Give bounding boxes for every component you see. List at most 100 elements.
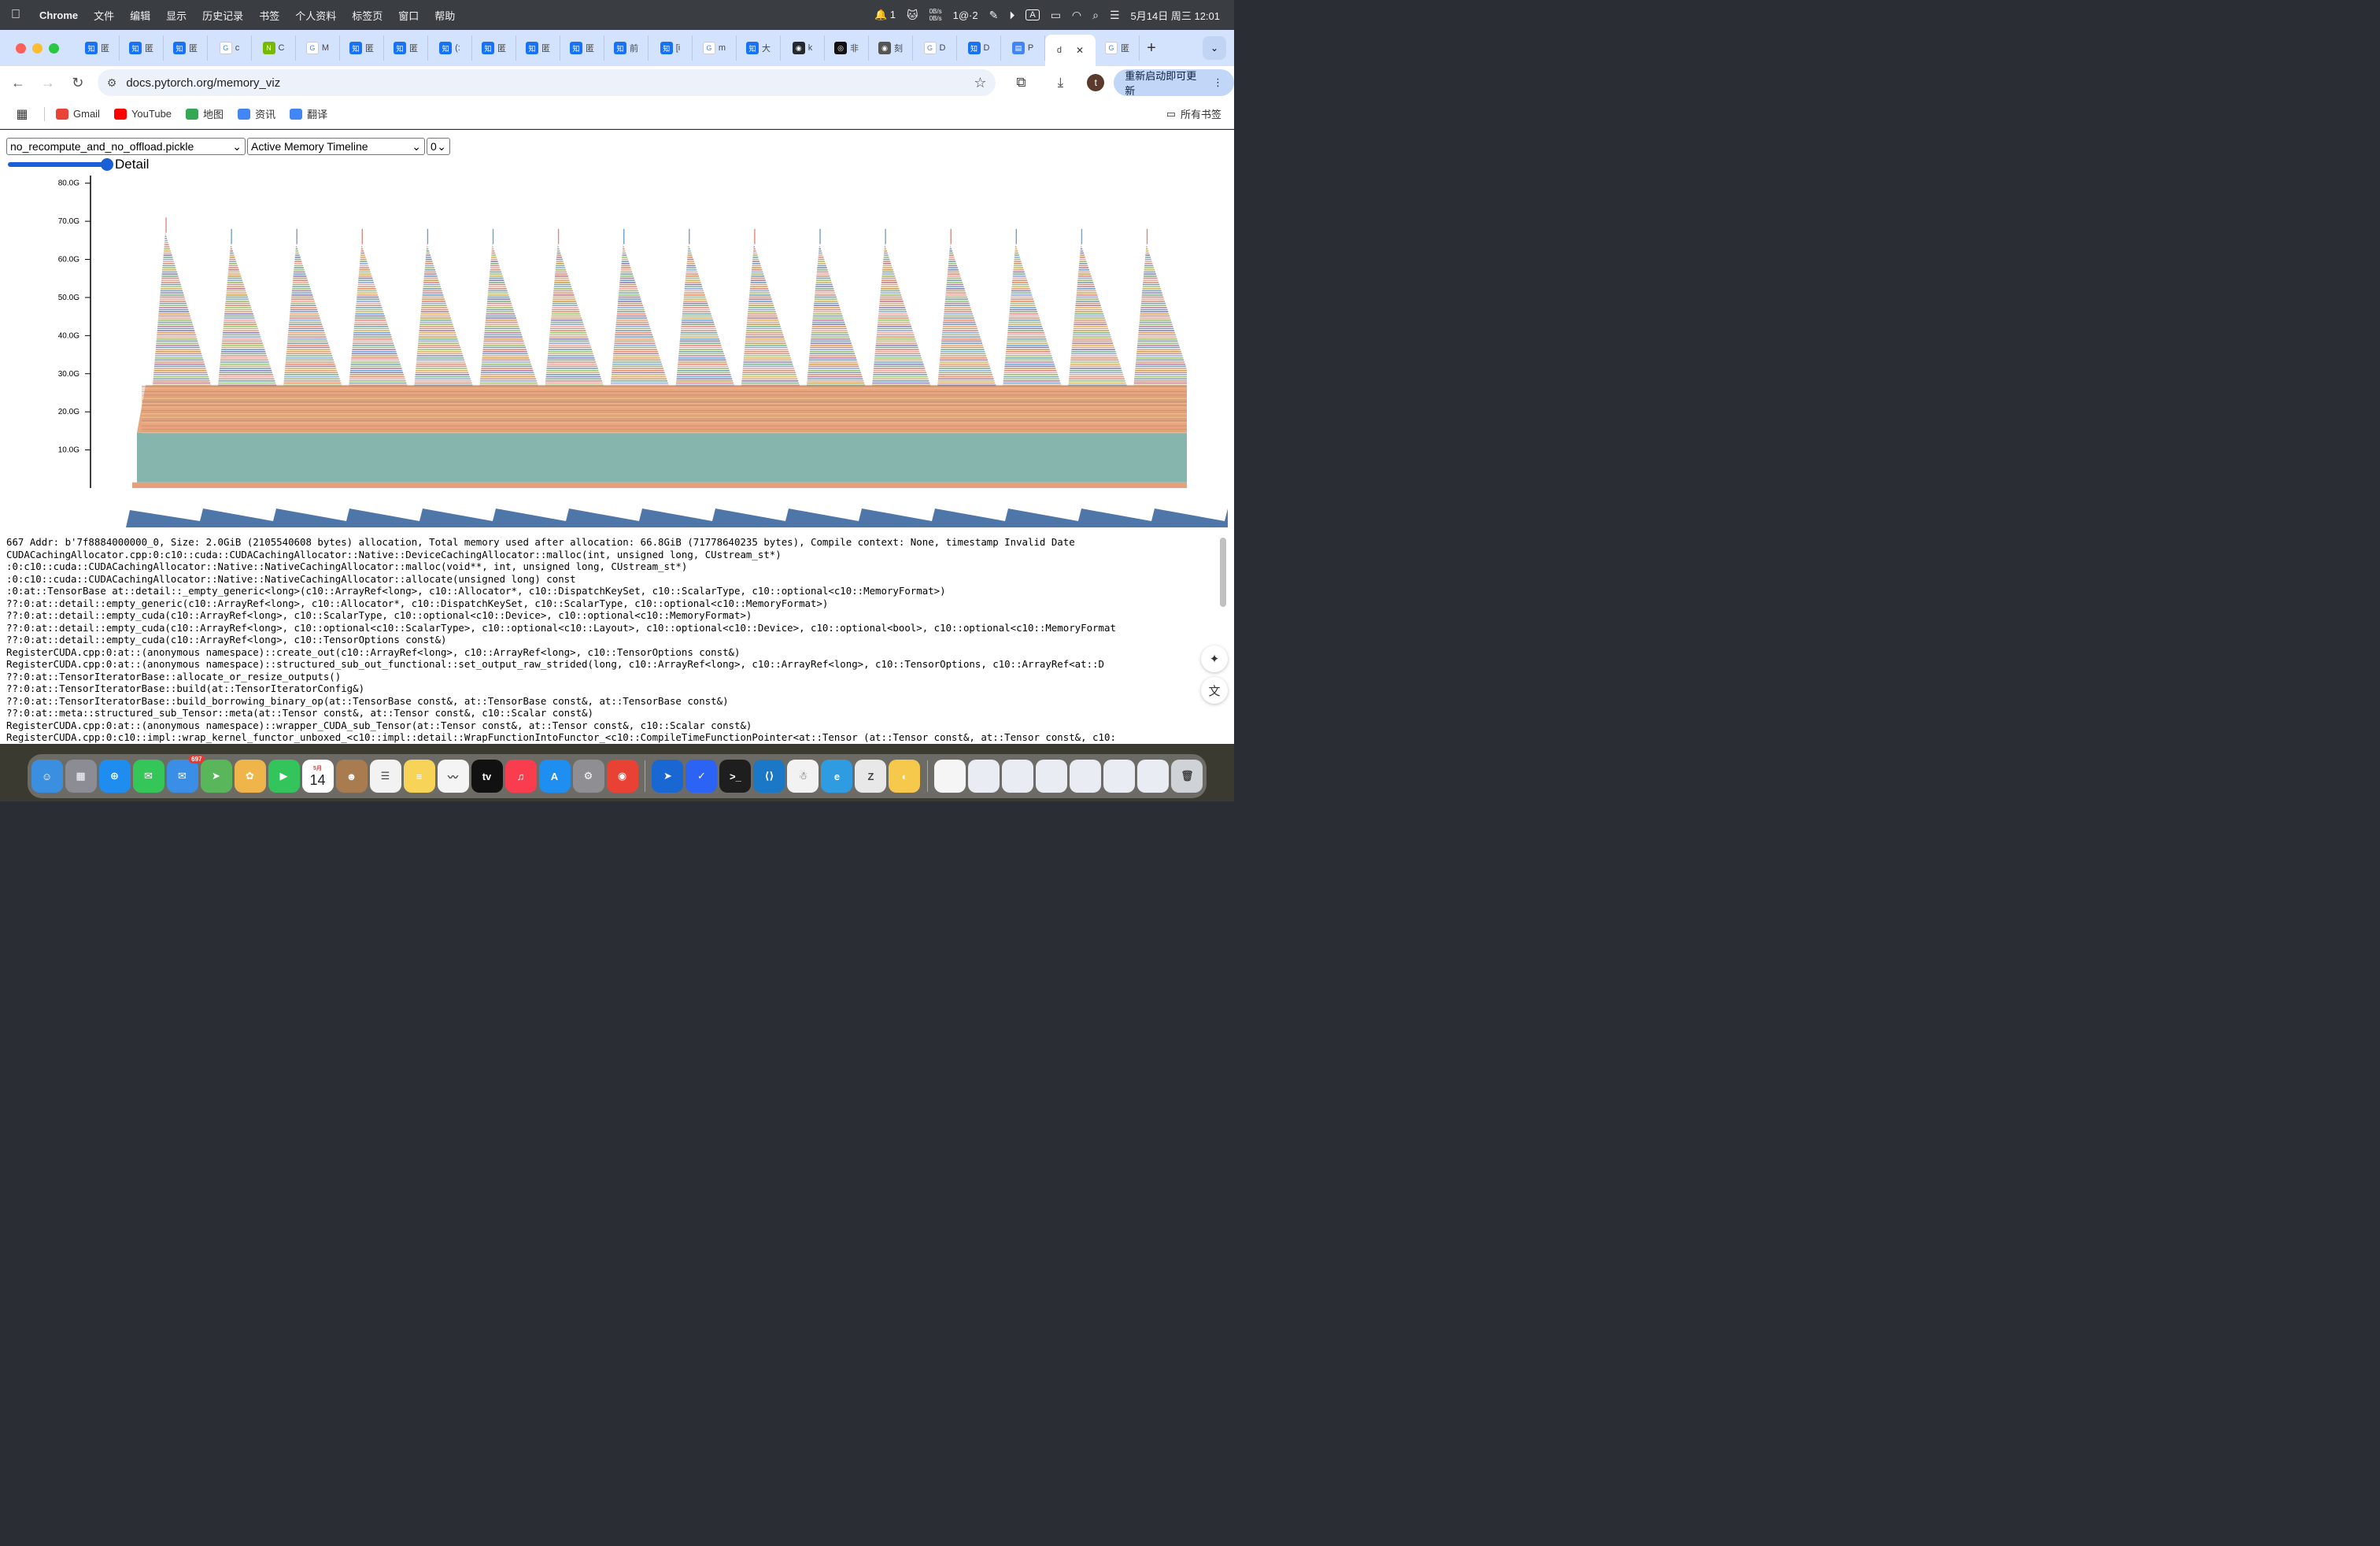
- screenshot-2-app-icon[interactable]: [1002, 760, 1034, 793]
- system-settings-app-icon[interactable]: ⚙: [572, 760, 604, 793]
- tuna-app-icon[interactable]: ◐: [889, 760, 921, 793]
- document-file-app-icon[interactable]: [934, 760, 966, 793]
- tab[interactable]: ◉ k: [781, 35, 825, 61]
- feishu-app-icon[interactable]: ✓: [686, 760, 718, 793]
- allocation-peak[interactable]: [872, 228, 931, 386]
- tab[interactable]: NC: [252, 35, 296, 61]
- tv-app-icon[interactable]: tv: [471, 760, 503, 793]
- bookmark-item[interactable]: 资讯: [238, 106, 275, 121]
- menu-edit[interactable]: 编辑: [122, 8, 158, 23]
- zotero-app-icon[interactable]: Z: [855, 760, 887, 793]
- reminders-app-icon[interactable]: ☰: [369, 760, 401, 793]
- apple-icon[interactable]: : [0, 8, 31, 22]
- calendar-app-icon[interactable]: 5月 14: [301, 760, 334, 793]
- tab[interactable]: 知匿: [120, 35, 164, 61]
- notification-icon[interactable]: 🔔 1: [874, 9, 896, 21]
- tab[interactable]: ◉ 刻: [869, 35, 913, 61]
- spotlight-search-icon[interactable]: ⌕: [1092, 9, 1099, 22]
- music-app-icon[interactable]: ♫: [504, 760, 537, 793]
- menu-file[interactable]: 文件: [86, 8, 122, 23]
- tab[interactable]: G 匿: [1096, 35, 1140, 61]
- bookmark-star-icon[interactable]: ☆: [974, 75, 986, 91]
- detail-slider[interactable]: [8, 158, 113, 171]
- site-info-icon[interactable]: ⚙: [107, 76, 117, 90]
- view-select[interactable]: Active Memory Timeline ⌄: [247, 138, 425, 155]
- forward-arrow-icon[interactable]: →: [33, 75, 63, 91]
- tab[interactable]: 知匿: [516, 35, 560, 61]
- allocation-peak[interactable]: [1068, 228, 1127, 386]
- allocation-peak[interactable]: [283, 228, 342, 386]
- control-center-icon[interactable]: ☰: [1110, 9, 1120, 22]
- new-tab-button[interactable]: +: [1140, 39, 1163, 57]
- extensions-icon[interactable]: ⧉: [1003, 75, 1038, 91]
- tab-search-chevron-icon[interactable]: ⌄: [1203, 36, 1226, 60]
- screenshot-6-app-icon[interactable]: [1137, 760, 1170, 793]
- menu-view[interactable]: 显示: [158, 8, 194, 23]
- screenshot-4-app-icon[interactable]: [1070, 760, 1102, 793]
- tab-active[interactable]: d ✕: [1045, 35, 1096, 66]
- tab[interactable]: 知匿: [76, 35, 120, 61]
- tab[interactable]: 知前: [604, 35, 649, 61]
- minimize-window-button[interactable]: [32, 43, 42, 54]
- allocation-peak[interactable]: [479, 228, 538, 386]
- tab[interactable]: 知匿: [384, 35, 428, 61]
- allocation-peak[interactable]: [414, 228, 473, 386]
- trace-scrollbar[interactable]: [1220, 538, 1226, 607]
- reload-icon[interactable]: ↻: [63, 75, 93, 91]
- apps-grid-icon[interactable]: ▦: [6, 106, 38, 122]
- tab[interactable]: GD: [913, 35, 957, 61]
- timeline-brush-overview[interactable]: [0, 494, 1234, 530]
- keyboard-input-icon[interactable]: A: [1026, 9, 1040, 20]
- wifi-icon[interactable]: ◠: [1072, 9, 1081, 22]
- tab[interactable]: GM: [296, 35, 340, 61]
- bookmark-item[interactable]: 翻译: [290, 106, 327, 121]
- allocation-peak[interactable]: [545, 228, 604, 386]
- snapshot-file-select[interactable]: no_recompute_and_no_offload.pickle ⌄: [6, 138, 246, 155]
- tab[interactable]: 知匿: [340, 35, 384, 61]
- zoom-window-button[interactable]: [49, 43, 59, 54]
- photos-app-icon[interactable]: ✿: [234, 760, 266, 793]
- tab[interactable]: 知大: [737, 35, 781, 61]
- download-icon[interactable]: ⤓: [1043, 75, 1077, 91]
- battery-icon[interactable]: ▭: [1051, 9, 1061, 22]
- allocation-peak[interactable]: [937, 228, 996, 386]
- facetime-app-icon[interactable]: ▶: [268, 760, 300, 793]
- screenshot-3-app-icon[interactable]: [1036, 760, 1068, 793]
- tab[interactable]: 知匿: [164, 35, 208, 61]
- screenshot-5-app-icon[interactable]: [1103, 760, 1136, 793]
- memory-timeline-chart[interactable]: 10.0G 20.0G 30.0G 40.0G 50.0G 60.0G 70.0G 80.0G: [0, 169, 1234, 492]
- all-bookmarks-button[interactable]: ▭ 所有书签: [1166, 106, 1221, 121]
- app-store-app-icon[interactable]: A: [538, 760, 571, 793]
- messages-app-icon[interactable]: ✉: [132, 760, 164, 793]
- translate-icon[interactable]: 文: [1201, 677, 1228, 704]
- allocation-peak[interactable]: [349, 228, 408, 386]
- qq-app-icon[interactable]: ☃: [787, 760, 819, 793]
- freeform-app-icon[interactable]: 〰: [437, 760, 469, 793]
- tab[interactable]: 知 (:: [428, 35, 472, 61]
- tab[interactable]: Gm: [693, 35, 737, 61]
- cat-icon[interactable]: 🐱: [907, 9, 918, 22]
- ai-sparkle-icon[interactable]: ✦: [1201, 645, 1228, 672]
- tab[interactable]: ◎ 非: [825, 35, 869, 61]
- terminal-app-icon[interactable]: >_: [719, 760, 752, 793]
- contacts-app-icon[interactable]: ☻: [335, 760, 368, 793]
- address-bar[interactable]: ⚙ docs.pytorch.org/memory_viz ☆: [97, 69, 996, 96]
- allocation-peak[interactable]: [807, 228, 866, 386]
- tab[interactable]: ▤ P: [1001, 35, 1045, 61]
- menu-profiles[interactable]: 个人资料: [287, 8, 344, 23]
- tab[interactable]: 知匿: [560, 35, 604, 61]
- allocation-peak[interactable]: [610, 228, 669, 386]
- device-select[interactable]: 0 ⌄: [427, 138, 450, 155]
- trash-app-icon[interactable]: 🗑: [1171, 760, 1203, 793]
- menu-app-name[interactable]: Chrome: [31, 9, 86, 21]
- safari-app-icon[interactable]: ⊕: [98, 760, 131, 793]
- play-icon[interactable]: ⏵: [1009, 9, 1014, 22]
- bookmark-item[interactable]: 地图: [186, 106, 224, 121]
- tab[interactable]: 知 [i: [649, 35, 693, 61]
- close-tab-icon[interactable]: ✕: [1076, 45, 1084, 56]
- bookmark-item[interactable]: Gmail: [56, 108, 100, 120]
- input-status[interactable]: 1@·2: [953, 9, 978, 21]
- vscode-app-icon[interactable]: ⟨⟩: [753, 760, 785, 793]
- bookmark-item[interactable]: YouTube: [113, 108, 172, 120]
- allocation-peak[interactable]: [218, 228, 277, 386]
